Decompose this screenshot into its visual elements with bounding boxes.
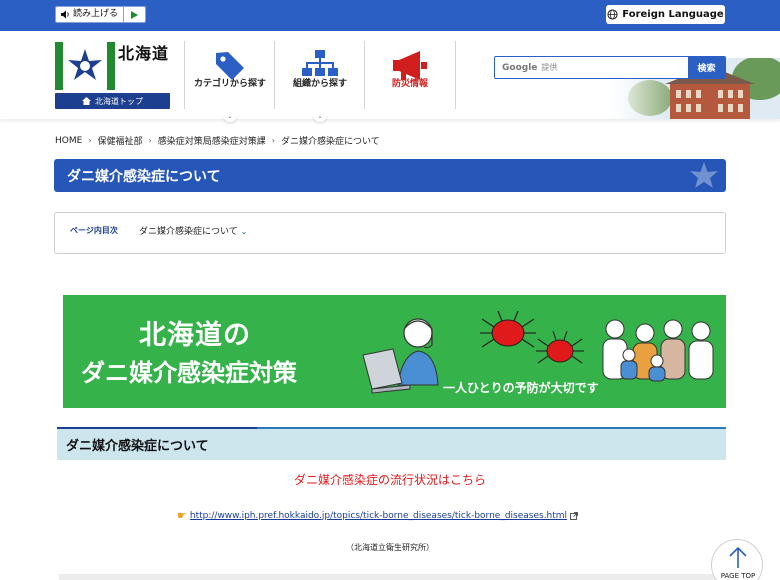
google-logo: Google xyxy=(502,62,538,73)
breadcrumb: HOME › 保健福祉部 › 感染症対策局感染症対策課 › ダニ媒介感染症につい… xyxy=(55,134,380,148)
megaphone-icon xyxy=(393,51,427,80)
trend-link[interactable]: http://www.iph.pref.hokkaido.jp/topics/t… xyxy=(190,511,567,521)
pointing-hand-icon: ☛ xyxy=(177,509,187,522)
page-title-text: ダニ媒介感染症について xyxy=(67,168,221,185)
site-search: Google 提供 検索 xyxy=(494,56,726,79)
source-note: （北海道立衛生研究所） xyxy=(346,543,434,552)
tick-banner: 北海道の ダニ媒介感染症対策 一人ひとりの予防が大切です xyxy=(63,295,726,408)
breadcrumb-infection-control[interactable]: 感染症対策局感染症対策課 xyxy=(158,134,266,147)
tick-icon xyxy=(480,310,536,348)
nav-divider xyxy=(455,41,456,109)
read-aloud-button[interactable]: 読み上げる xyxy=(55,6,147,23)
nav-category[interactable]: カテゴリから探す xyxy=(185,41,275,109)
tag-icon xyxy=(216,52,244,80)
breadcrumb-chevron-icon: › xyxy=(271,136,275,145)
breadcrumb-home[interactable]: HOME xyxy=(55,136,82,146)
section-heading: ダニ媒介感染症について xyxy=(57,427,726,460)
hokkaido-top-button[interactable]: 北海道トップ xyxy=(55,93,170,109)
search-input[interactable]: Google 提供 xyxy=(495,57,688,78)
trend-link-row: ☛ http://www.iph.pref.hokkaido.jp/topics… xyxy=(177,509,578,522)
read-aloud-label: 読み上げる xyxy=(73,9,119,19)
breadcrumb-health-welfare[interactable]: 保健福祉部 xyxy=(98,134,143,147)
hokkaido-logo[interactable] xyxy=(55,42,115,90)
chevron-down-icon: ⌄ xyxy=(240,227,248,236)
page-title: ダニ媒介感染症について xyxy=(54,159,726,192)
breadcrumb-chevron-icon: › xyxy=(88,136,92,145)
site-title: 北海道 xyxy=(118,44,170,63)
breadcrumb-chevron-icon: › xyxy=(148,136,152,145)
breadcrumb-current: ダニ媒介感染症について xyxy=(280,137,380,147)
speaker-icon xyxy=(61,10,69,19)
next-content-box xyxy=(59,574,726,580)
toc-link-text: ダニ媒介感染症について xyxy=(139,227,238,237)
tick-icon xyxy=(536,330,584,364)
search-placeholder: 提供 xyxy=(541,63,558,72)
family-icon xyxy=(602,319,714,382)
toc-label: ページ内目次 xyxy=(70,226,118,235)
page-top-label: PAGE TOP xyxy=(720,572,756,580)
banner-line2: ダニ媒介感染症対策 xyxy=(81,359,297,387)
hokkaido-star-icon xyxy=(690,162,718,188)
hokkaido-top-label: 北海道トップ xyxy=(95,96,143,106)
foreign-language-label: Foreign Language xyxy=(622,9,724,20)
foreign-language-button[interactable]: Foreign Language xyxy=(606,5,725,24)
nav-organization-chevron-icon[interactable]: ⌄ xyxy=(313,114,327,122)
trend-notice: ダニ媒介感染症の流行状況はこちら xyxy=(293,473,486,487)
section-heading-text: ダニ媒介感染症について xyxy=(66,439,209,454)
org-chart-icon xyxy=(302,50,338,76)
home-icon xyxy=(82,97,91,105)
arrow-up-icon xyxy=(729,546,747,568)
hokkaido-flag-icon xyxy=(55,42,115,90)
external-link-icon xyxy=(570,511,578,520)
toc-link[interactable]: ダニ媒介感染症について ⌄ xyxy=(139,224,247,237)
nav-category-chevron-icon[interactable]: ⌄ xyxy=(223,114,237,122)
search-button[interactable]: 検索 xyxy=(688,57,725,78)
nav-organization[interactable]: 組織から探す xyxy=(275,41,365,109)
banner-tagline: 一人ひとりの予防が大切です xyxy=(443,381,599,395)
person-laptop-icon xyxy=(362,318,439,394)
page-toc: ページ内目次 ダニ媒介感染症について ⌄ xyxy=(54,212,726,254)
banner-line1: 北海道の xyxy=(139,320,251,351)
play-button[interactable] xyxy=(123,7,146,22)
site-header: 北海道 北海道トップ カテゴリから探す ⌄ 組織から探す ⌄ 防災情報 Goog… xyxy=(0,31,780,122)
play-icon xyxy=(131,10,139,19)
globe-icon xyxy=(607,9,618,20)
nav-disaster[interactable]: 防災情報 xyxy=(365,41,455,109)
top-bar: 読み上げる Foreign Language xyxy=(0,0,780,31)
